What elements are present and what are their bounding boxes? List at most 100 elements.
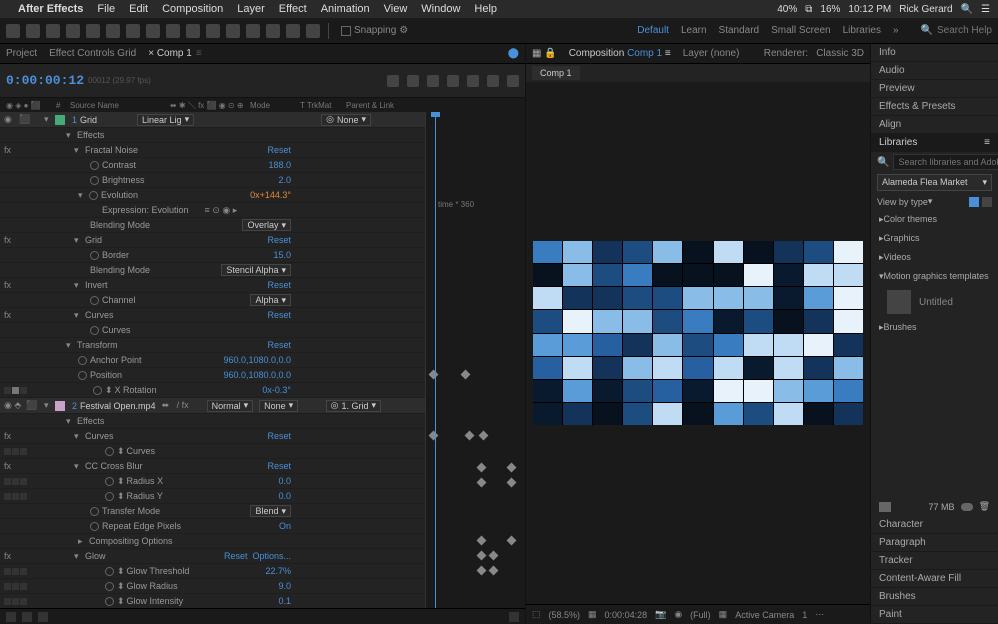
tl-search-icon[interactable] [387, 75, 399, 87]
prop-value[interactable]: 0x+144.3° [250, 190, 291, 200]
library-item-thumb[interactable] [887, 290, 911, 314]
cloud-sync-icon[interactable] [961, 503, 973, 511]
zoom-slider-icon[interactable] [509, 612, 519, 622]
orbit-tool-icon[interactable] [86, 24, 100, 38]
viewer-more-icon[interactable]: ⋯ [815, 609, 824, 620]
col-mode[interactable]: Mode [248, 101, 298, 110]
grid-view-icon[interactable] [969, 197, 979, 207]
dropdown-value[interactable]: Blend ▾ [250, 505, 291, 517]
twirl-icon[interactable]: ▾ [44, 400, 52, 411]
layer-mode-dropdown[interactable]: Linear Lig ▾ [137, 114, 194, 126]
panel-preview[interactable]: Preview [871, 80, 998, 98]
zoom-tool-icon[interactable] [66, 24, 80, 38]
workspace-libraries[interactable]: Libraries [843, 25, 881, 36]
reset-link[interactable]: Reset [267, 431, 291, 441]
rotate-tool-icon[interactable] [106, 24, 120, 38]
menu-file[interactable]: File [97, 3, 115, 15]
pen-tool-icon[interactable] [186, 24, 200, 38]
comp-tab[interactable]: Comp 1 [532, 66, 580, 80]
lib-cat-brushes[interactable]: ▸Brushes [871, 318, 998, 337]
panel-menu-icon[interactable]: ⬤ [508, 48, 519, 59]
tl-shy-icon[interactable] [427, 75, 439, 87]
spotlight-icon[interactable]: 🔍 [961, 4, 973, 15]
snapping-checkbox-icon[interactable] [341, 26, 351, 36]
workspace-default[interactable]: Default [637, 25, 669, 36]
prop-value[interactable]: 0.1 [278, 596, 291, 606]
lib-cat-color[interactable]: ▸Color themes [871, 210, 998, 229]
layer-name[interactable]: Grid [80, 115, 97, 125]
renderer-value[interactable]: Classic 3D [816, 48, 864, 59]
layer-trkmat-dropdown[interactable]: None ▾ [259, 400, 298, 412]
panel-menu-icon[interactable]: ≡ [984, 137, 990, 148]
wifi-icon[interactable]: ⧉ [805, 4, 812, 15]
viewer-zoom[interactable]: (58.5%) [549, 610, 581, 620]
composition-viewer[interactable] [526, 82, 870, 604]
stopwatch-icon[interactable] [105, 477, 114, 486]
viewer-grid-icon[interactable]: ▦ [719, 609, 728, 620]
workspace-standard[interactable]: Standard [719, 25, 760, 36]
lib-cat-graphics[interactable]: ▸Graphics [871, 229, 998, 248]
trash-icon[interactable]: 🗑 [979, 501, 990, 512]
status-user[interactable]: Rick Gerard [899, 4, 952, 15]
expression-text[interactable]: time * 360 [438, 200, 474, 209]
panel-tracker[interactable]: Tracker [871, 552, 998, 570]
stopwatch-icon[interactable] [89, 191, 98, 200]
tl-motion-blur-icon[interactable] [467, 75, 479, 87]
panel-character[interactable]: Character [871, 516, 998, 534]
menu-effect[interactable]: Effect [279, 3, 307, 15]
layer-parent-dropdown[interactable]: ◎ None ▾ [321, 114, 371, 126]
keyframe-nav[interactable] [4, 493, 27, 500]
menu-view[interactable]: View [384, 3, 408, 15]
reset-link[interactable]: Reset [267, 461, 291, 471]
menu-layer[interactable]: Layer [237, 3, 265, 15]
stopwatch-icon[interactable] [90, 522, 99, 531]
layer-name[interactable]: Festival Open.mp4 [80, 401, 156, 411]
col-parent[interactable]: Parent & Link [344, 101, 404, 110]
menu-edit[interactable]: Edit [129, 3, 148, 15]
workspace-small[interactable]: Small Screen [771, 25, 830, 36]
panel-paragraph[interactable]: Paragraph [871, 534, 998, 552]
playhead[interactable] [435, 112, 436, 608]
panel-info[interactable]: Info [871, 44, 998, 62]
toggle-in-out-icon[interactable] [38, 612, 48, 622]
camera-tool-icon[interactable] [126, 24, 140, 38]
viewer-camera[interactable]: Active Camera [735, 610, 794, 620]
stopwatch-icon[interactable] [78, 371, 87, 380]
layer-mode-dropdown[interactable]: Normal ▾ [207, 400, 254, 412]
hand-tool-icon[interactable] [46, 24, 60, 38]
prop-value[interactable]: 15.0 [273, 250, 291, 260]
tl-graph-icon[interactable] [487, 75, 499, 87]
roto-tool-icon[interactable] [286, 24, 300, 38]
layer-color-icon[interactable] [55, 115, 65, 125]
snapping-options-icon[interactable]: ⚙ [399, 25, 408, 36]
prop-value[interactable]: 0x-0.3° [262, 385, 291, 395]
col-trkmat[interactable]: T TrkMat [298, 101, 344, 110]
layer-parent-dropdown[interactable]: ◎ 1. Grid ▾ [326, 400, 381, 412]
viewer-views[interactable]: 1 [802, 610, 807, 620]
options-link[interactable]: Options... [252, 551, 291, 561]
panel-align[interactable]: Align [871, 116, 998, 134]
folder-icon[interactable] [879, 502, 891, 512]
lib-cat-videos[interactable]: ▸Videos [871, 248, 998, 267]
workspace-learn[interactable]: Learn [681, 25, 707, 36]
reset-link[interactable]: Reset [224, 551, 248, 561]
prop-value[interactable]: 9.0 [278, 581, 291, 591]
stopwatch-icon[interactable] [105, 447, 114, 456]
workspace-more-icon[interactable]: » [893, 25, 899, 36]
keyframe-nav[interactable] [4, 448, 27, 455]
tab-layer-none[interactable]: Layer (none) [683, 48, 740, 59]
tab-composition[interactable]: Composition Comp 1 ≡ [569, 48, 671, 59]
libraries-search-input[interactable] [893, 154, 998, 170]
brush-tool-icon[interactable] [226, 24, 240, 38]
menu-animation[interactable]: Animation [321, 3, 370, 15]
toggle-modes-icon[interactable] [22, 612, 32, 622]
stopwatch-icon[interactable] [105, 567, 114, 576]
dropdown-value[interactable]: Stencil Alpha ▾ [221, 264, 291, 276]
stopwatch-icon[interactable] [93, 386, 102, 395]
panel-libraries[interactable]: Libraries≡ [871, 134, 998, 152]
keyframe-nav[interactable] [4, 387, 27, 394]
status-time[interactable]: 10:12 PM [848, 4, 891, 15]
layer-color-icon[interactable] [55, 401, 65, 411]
prop-value[interactable]: 0.0 [278, 476, 291, 486]
view-by-label[interactable]: View by type [877, 197, 928, 207]
